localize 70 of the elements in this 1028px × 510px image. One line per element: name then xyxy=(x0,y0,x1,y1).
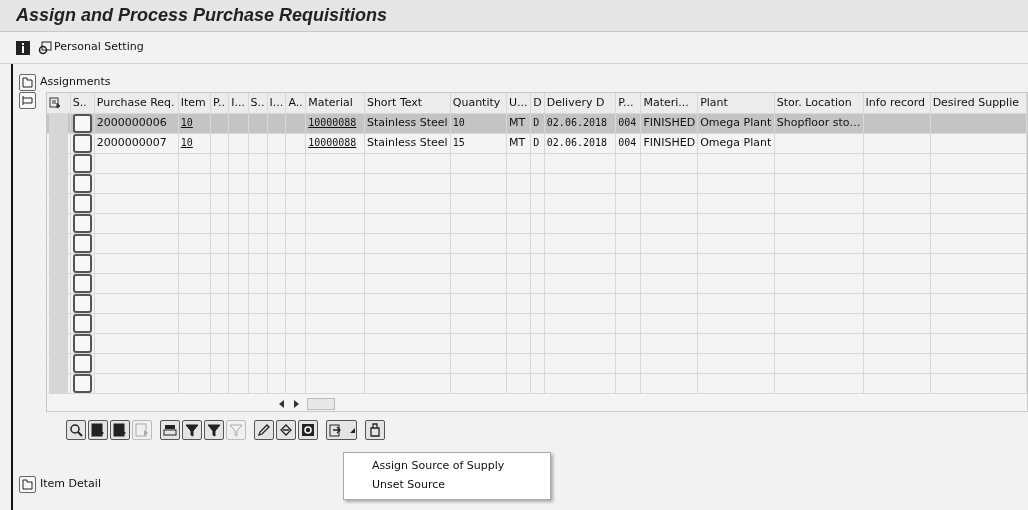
table-cell: 2000000007 xyxy=(96,135,167,149)
table-cell: FINISHED xyxy=(643,115,696,129)
table-cell: 004 xyxy=(618,116,637,128)
toolbar-button[interactable] xyxy=(182,420,202,440)
table-cell: Stainless Steel xyxy=(366,115,448,129)
table-cell: 15 xyxy=(452,136,465,148)
column-header[interactable]: Stor. Location xyxy=(774,93,864,113)
column-header[interactable]: Purchase Req. xyxy=(94,93,179,113)
table-cell: Omega Plant xyxy=(700,135,772,149)
pencil-icon xyxy=(256,422,272,438)
expand-button[interactable] xyxy=(19,476,36,493)
cell-link[interactable]: 10000088 xyxy=(308,116,357,128)
table-cell: 2000000006 xyxy=(96,115,167,129)
table-row[interactable]: 2000000006 10 10000088 Stainless Steel 10 MT D 02.06.2018 004 FINISHED Omega Plant Shopfloor sto… xyxy=(46,113,1027,133)
column-header[interactable]: Materi... xyxy=(640,93,698,113)
column-header[interactable]: D xyxy=(530,93,545,113)
column-settings-icon[interactable] xyxy=(48,96,61,109)
scroll-left-icon[interactable] xyxy=(278,399,285,408)
column-header[interactable]: P... xyxy=(615,93,641,113)
print-icon xyxy=(162,422,178,438)
table-row[interactable]: 2000000007 10 10000088 Stainless Steel 15 MT D 02.06.2018 004 FINISHED Omega Plant xyxy=(46,133,1027,153)
cell-link[interactable]: 10 xyxy=(180,136,193,148)
column-header[interactable]: Item xyxy=(178,93,211,113)
column-header[interactable]: Delivery D xyxy=(544,93,616,113)
dropdown-caret-icon xyxy=(350,427,355,433)
column-header[interactable]: I... xyxy=(267,93,286,113)
column-header[interactable]: S.. xyxy=(248,93,268,113)
table-cell: 02.06.2018 xyxy=(546,116,608,128)
table-cell: MT xyxy=(509,115,526,129)
section-title: Assignments xyxy=(40,73,111,90)
table-cell: Shopfloor sto… xyxy=(776,115,861,129)
cell-link[interactable]: 10000088 xyxy=(308,136,357,148)
column-header[interactable]: Short Text xyxy=(364,93,451,113)
column-header[interactable]: Quantity xyxy=(450,93,507,113)
settings-icon xyxy=(38,40,52,55)
table-cell: D xyxy=(533,116,540,128)
scroll-thumb[interactable] xyxy=(306,397,335,410)
table-cell: Stainless Steel xyxy=(366,135,448,149)
collapse-button[interactable] xyxy=(19,73,36,91)
column-header[interactable]: A.. xyxy=(285,93,306,113)
cell-link[interactable]: 10 xyxy=(180,116,193,128)
scroll-right-icon[interactable] xyxy=(292,399,299,408)
table-cell: Omega Plant xyxy=(700,115,772,129)
column-header[interactable]: Plant xyxy=(697,93,775,113)
column-header[interactable]: Material xyxy=(305,93,365,113)
funnel-icon xyxy=(228,422,244,438)
menu-item[interactable]: Assign Source of Supply xyxy=(344,457,550,476)
column-header[interactable]: I... xyxy=(228,93,249,113)
toolbar-button[interactable] xyxy=(254,420,274,440)
table-cell: MT xyxy=(509,135,526,149)
toolbar-button[interactable] xyxy=(326,420,357,440)
table-cell: FINISHED xyxy=(643,135,696,149)
table-cell: 10 xyxy=(452,116,465,128)
column-header[interactable]: U... xyxy=(506,93,531,113)
table-cell: 02.06.2018 xyxy=(546,136,608,148)
table-cell: 004 xyxy=(618,136,637,148)
personal-setting-button[interactable]: Personal Setting xyxy=(38,39,144,56)
window-title: Assign and Process Purchase Requisitions xyxy=(16,4,388,27)
info-button[interactable] xyxy=(16,40,30,55)
column-header[interactable]: P.. xyxy=(210,93,229,113)
column-header[interactable]: Info record xyxy=(863,93,931,113)
column-header[interactable]: S.. xyxy=(70,93,95,113)
column-header[interactable]: Desired Supplie xyxy=(930,93,1027,113)
toggle-button[interactable] xyxy=(19,92,36,109)
menu-item[interactable]: Unset Source xyxy=(344,476,550,495)
filter-icon xyxy=(184,422,200,438)
section-title: Item Detail xyxy=(40,476,101,493)
toolbar-button[interactable] xyxy=(160,420,180,440)
info-icon xyxy=(19,42,27,53)
table-cell: D xyxy=(533,136,540,148)
